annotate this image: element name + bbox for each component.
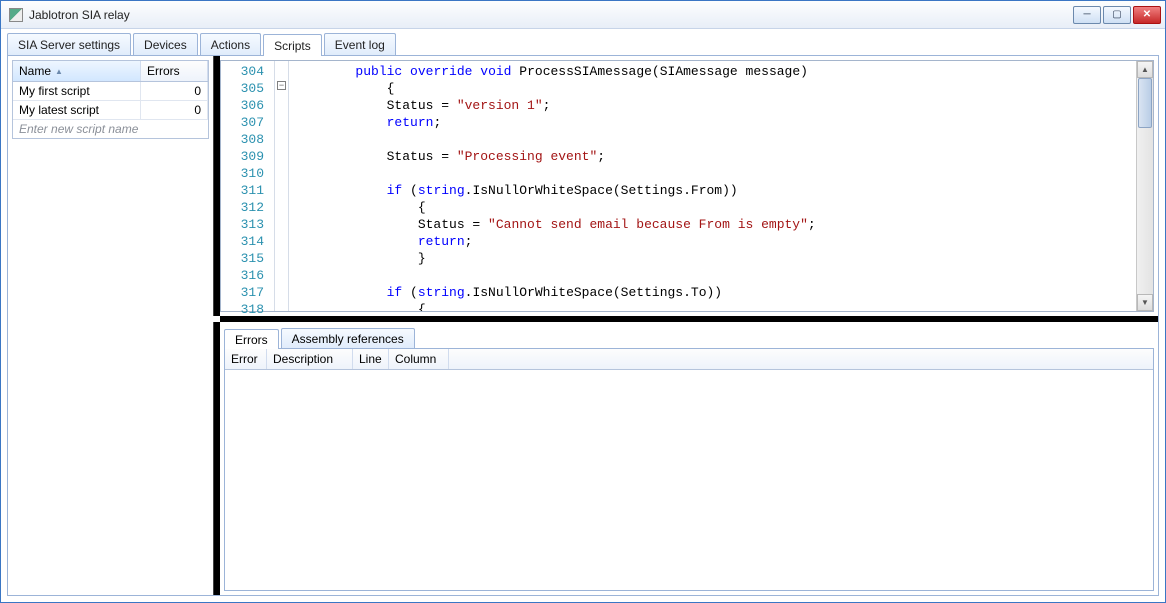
table-row[interactable]: My latest script 0 <box>13 101 208 120</box>
script-errors-cell: 0 <box>141 82 208 100</box>
line-number-gutter: 3043053063073083093103113123133143153163… <box>221 61 275 311</box>
scripts-list-pane: Name ▲ Errors My first script 0 My lates… <box>8 56 214 316</box>
column-header-errors-label: Errors <box>147 64 180 78</box>
line-number: 311 <box>221 182 274 199</box>
table-row[interactable]: My first script 0 <box>13 82 208 101</box>
sub-tab-assembly-references[interactable]: Assembly references <box>281 328 415 348</box>
script-name-cell: My latest script <box>13 101 141 119</box>
line-number: 317 <box>221 284 274 301</box>
scroll-down-icon[interactable]: ▼ <box>1137 294 1153 311</box>
code-line: { <box>293 301 1136 311</box>
lower-tab-strip: Errors Assembly references <box>224 326 1154 348</box>
line-number: 315 <box>221 250 274 267</box>
scroll-thumb[interactable] <box>1138 78 1152 128</box>
code-line <box>293 165 1136 182</box>
tab-event-log[interactable]: Event log <box>324 33 396 55</box>
app-window: Jablotron SIA relay ─ ▢ ✕ SIA Server set… <box>0 0 1166 603</box>
errors-table-header: Error Description Line Column <box>225 349 1153 370</box>
column-header-name-label: Name <box>19 64 51 78</box>
script-name-cell: My first script <box>13 82 141 100</box>
tab-sia-server-settings[interactable]: SIA Server settings <box>7 33 131 55</box>
titlebar: Jablotron SIA relay ─ ▢ ✕ <box>1 1 1165 29</box>
line-number: 304 <box>221 63 274 80</box>
sort-asc-icon: ▲ <box>55 67 63 76</box>
code-line: return; <box>293 114 1136 131</box>
line-number: 312 <box>221 199 274 216</box>
column-header-column[interactable]: Column <box>389 349 449 369</box>
scroll-up-icon[interactable]: ▲ <box>1137 61 1153 78</box>
tab-content: Name ▲ Errors My first script 0 My lates… <box>7 55 1159 596</box>
code-line: } <box>293 250 1136 267</box>
line-number: 307 <box>221 114 274 131</box>
code-line: Status = "version 1"; <box>293 97 1136 114</box>
code-line: if (string.IsNullOrWhiteSpace(Settings.F… <box>293 182 1136 199</box>
code-text-area[interactable]: public override void ProcessSIAmessage(S… <box>289 61 1136 311</box>
main-tab-strip: SIA Server settings Devices Actions Scri… <box>1 29 1165 55</box>
line-number: 306 <box>221 97 274 114</box>
tab-scripts[interactable]: Scripts <box>263 34 322 56</box>
line-number: 318 <box>221 301 274 318</box>
code-line: { <box>293 80 1136 97</box>
close-button[interactable]: ✕ <box>1133 6 1161 24</box>
fold-strip: − <box>275 61 289 311</box>
column-header-name[interactable]: Name ▲ <box>13 61 141 81</box>
line-number: 314 <box>221 233 274 250</box>
editor-scrollbar[interactable]: ▲ ▼ <box>1136 61 1153 311</box>
scripts-table-header: Name ▲ Errors <box>13 61 208 82</box>
code-line <box>293 131 1136 148</box>
code-line: { <box>293 199 1136 216</box>
window-title: Jablotron SIA relay <box>29 8 1071 22</box>
code-line: return; <box>293 233 1136 250</box>
code-line: Status = "Cannot send email because From… <box>293 216 1136 233</box>
window-buttons: ─ ▢ ✕ <box>1071 6 1161 24</box>
close-icon: ✕ <box>1143 9 1151 20</box>
app-icon <box>9 8 23 22</box>
errors-panel: Error Description Line Column <box>224 348 1154 591</box>
script-errors-cell: 0 <box>141 101 208 119</box>
code-line: if (string.IsNullOrWhiteSpace(Settings.T… <box>293 284 1136 301</box>
column-header-errors[interactable]: Errors <box>141 61 208 81</box>
maximize-icon: ▢ <box>1112 9 1121 20</box>
line-number: 316 <box>221 267 274 284</box>
left-pane-lower-spacer <box>8 322 214 595</box>
line-number: 310 <box>221 165 274 182</box>
tab-devices[interactable]: Devices <box>133 33 198 55</box>
line-number: 313 <box>221 216 274 233</box>
column-header-error[interactable]: Error <box>225 349 267 369</box>
scripts-table: Name ▲ Errors My first script 0 My lates… <box>12 60 209 139</box>
minimize-button[interactable]: ─ <box>1073 6 1101 24</box>
errors-table-body <box>225 370 1153 590</box>
code-line: public override void ProcessSIAmessage(S… <box>293 63 1136 80</box>
column-header-line[interactable]: Line <box>353 349 389 369</box>
code-line: Status = "Processing event"; <box>293 148 1136 165</box>
code-editor[interactable]: 3043053063073083093103113123133143153163… <box>220 60 1154 312</box>
sub-tab-errors[interactable]: Errors <box>224 329 279 349</box>
upper-zone: Name ▲ Errors My first script 0 My lates… <box>8 56 1158 316</box>
maximize-button[interactable]: ▢ <box>1103 6 1131 24</box>
new-script-input[interactable]: Enter new script name <box>13 120 208 138</box>
minimize-icon: ─ <box>1083 9 1090 20</box>
code-line <box>293 267 1136 284</box>
lower-right-zone: Errors Assembly references Error Descrip… <box>220 322 1158 595</box>
fold-toggle-icon[interactable]: − <box>277 81 286 90</box>
line-number: 309 <box>221 148 274 165</box>
line-number: 305 <box>221 80 274 97</box>
column-header-description[interactable]: Description <box>267 349 353 369</box>
tab-actions[interactable]: Actions <box>200 33 261 55</box>
line-number: 308 <box>221 131 274 148</box>
